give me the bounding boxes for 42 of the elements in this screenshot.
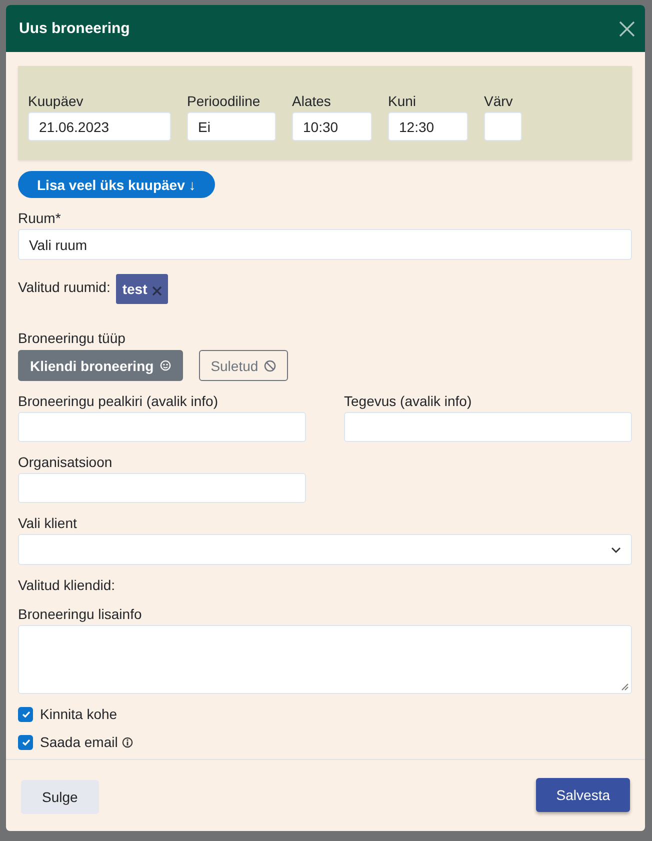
booking-type-button[interactable]: Suletud <box>198 350 288 381</box>
info-icon[interactable] <box>122 736 133 748</box>
input-field[interactable] <box>18 473 306 503</box>
checkbox[interactable] <box>18 734 33 750</box>
resize-handle-icon[interactable] <box>621 683 629 691</box>
close-button[interactable]: Sulge <box>21 780 99 814</box>
field-label: Broneeringu pealkiri (avalik info) <box>18 393 218 409</box>
field-label: Perioodiline <box>187 93 260 109</box>
booking-type-button[interactable]: Kliendi broneering <box>18 350 183 381</box>
field-label: Värv <box>484 93 513 109</box>
field-label: Kuni <box>388 93 416 109</box>
room-tag: test <box>116 274 168 304</box>
select-field[interactable]: Ei <box>187 112 276 141</box>
field-label: Valitud kliendid: <box>18 577 116 593</box>
save-button[interactable]: Salvesta <box>536 778 630 812</box>
field-label: Valitud ruumid: <box>18 279 110 295</box>
chevron-down-icon[interactable] <box>611 546 621 552</box>
time-field[interactable]: 12:30 <box>388 112 468 141</box>
field-label: Alates <box>292 93 331 109</box>
field-label: Kuupäev <box>28 93 84 109</box>
checkbox-label: Kinnita kohe <box>40 706 118 722</box>
time-field[interactable]: 10:30 <box>292 112 372 141</box>
field-label: Vali klient <box>18 515 77 531</box>
color-field[interactable] <box>484 112 522 141</box>
field-label: Tegevus (avalik info) <box>344 393 472 409</box>
field-label: Ruum* <box>18 210 61 226</box>
checkbox-label: Saada email <box>40 734 118 750</box>
room-field[interactable]: Vali ruum <box>18 229 632 260</box>
date-field[interactable]: 21.06.2023 <box>28 112 171 141</box>
input-field[interactable] <box>18 412 306 442</box>
field-label: Organisatsioon <box>18 454 112 470</box>
smiley-icon <box>160 360 171 371</box>
close-icon[interactable] <box>619 20 635 36</box>
notes-field[interactable] <box>18 625 632 694</box>
field-label: Broneeringu lisainfo <box>18 606 142 622</box>
add-date-button[interactable]: Lisa veel üks kuupäev ↓ <box>18 171 215 198</box>
checkbox[interactable] <box>18 706 33 722</box>
field-label: Broneeringu tüüp <box>18 330 126 346</box>
remove-icon[interactable] <box>152 284 162 294</box>
dialog-title: Uus broneering <box>19 20 130 37</box>
input-field[interactable] <box>344 412 632 442</box>
ban-icon <box>264 360 276 372</box>
